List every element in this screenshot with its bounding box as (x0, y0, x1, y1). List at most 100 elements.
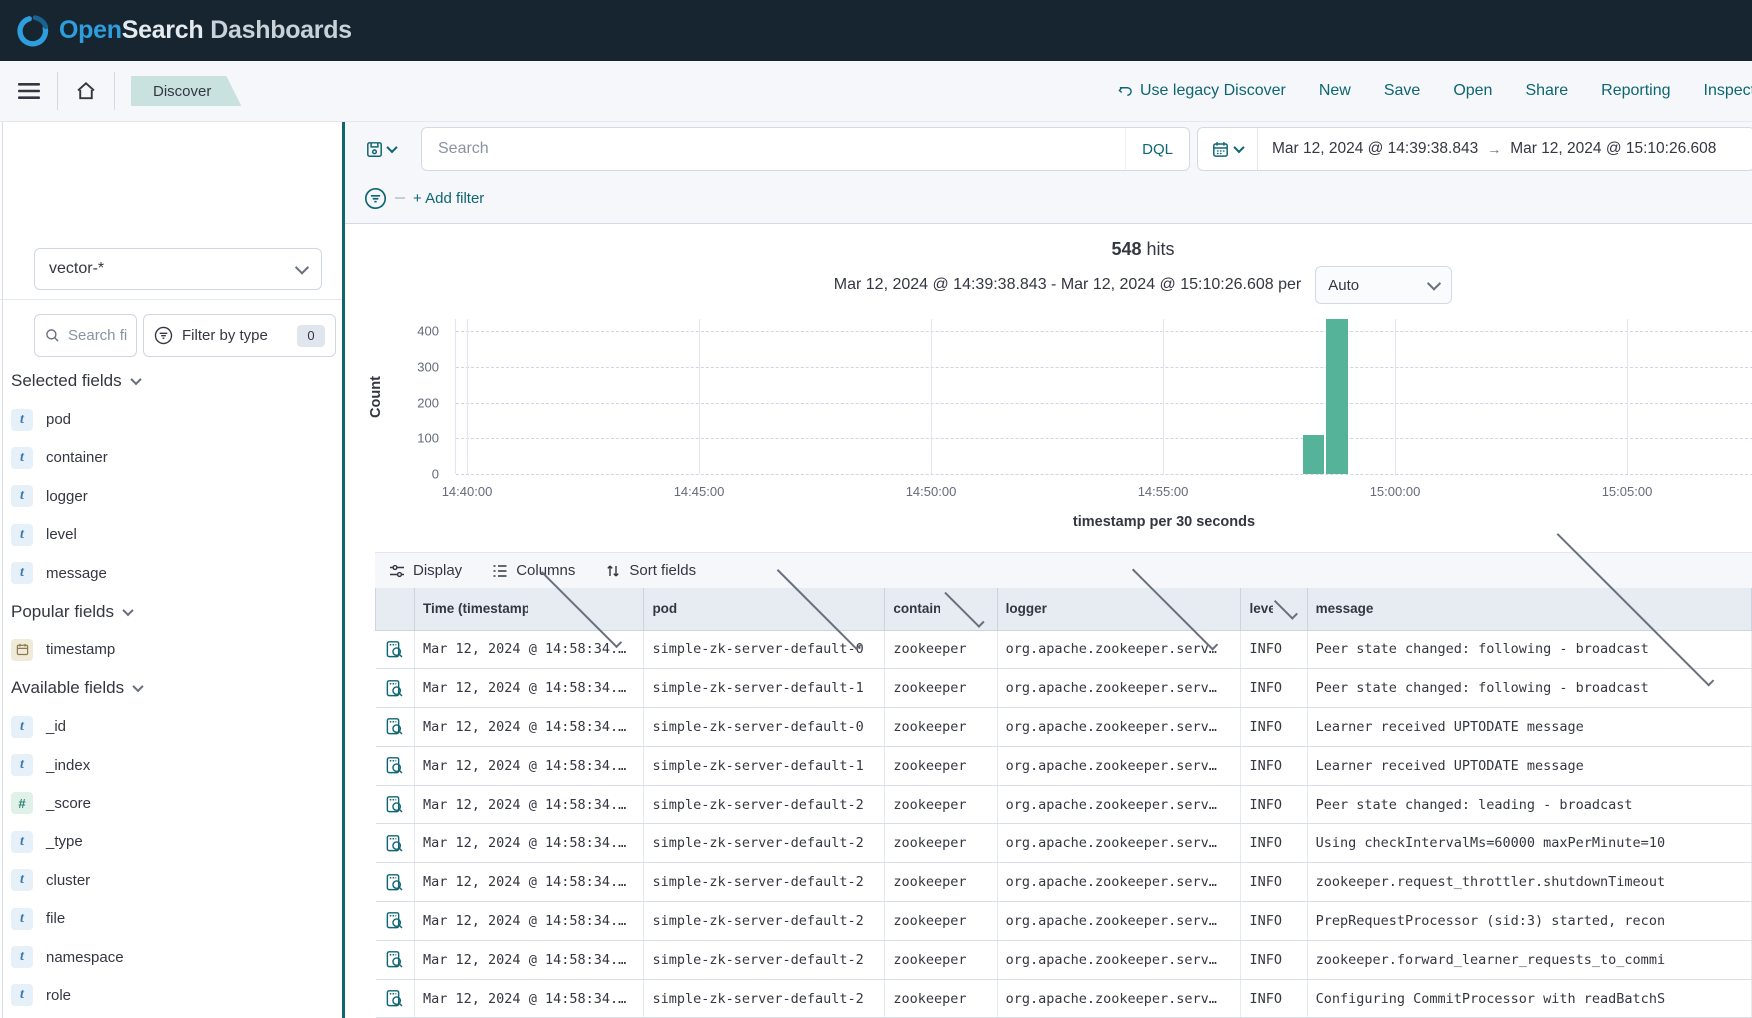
query-language-button[interactable]: DQL (1125, 128, 1189, 170)
expand-row-button[interactable] (376, 824, 415, 863)
add-filter-button[interactable]: + Add filter (413, 190, 484, 207)
field-item-pod[interactable]: tpod (0, 400, 342, 438)
field-item-_type[interactable]: t_type (0, 823, 342, 861)
toolbar-divider (114, 72, 115, 110)
column-header-logger[interactable]: logger (997, 588, 1241, 630)
column-header-pod[interactable]: pod (644, 588, 885, 630)
calendar-button[interactable] (1198, 141, 1257, 158)
field-section-available-fields[interactable]: Available fields (0, 669, 342, 707)
field-item-_index[interactable]: t_index (0, 746, 342, 784)
field-name: cluster (46, 872, 90, 889)
field-section-popular-fields[interactable]: Popular fields (0, 592, 342, 630)
toolbar-link-new[interactable]: New (1319, 82, 1351, 100)
field-item-_id[interactable]: t_id (0, 708, 342, 746)
table-header-row: Time (timestamp)podcontainerloggerlevelm… (376, 588, 1752, 630)
field-item-role[interactable]: trole (0, 976, 342, 1014)
search-input[interactable] (422, 140, 1125, 158)
expand-row-button[interactable] (376, 708, 415, 747)
field-item-file[interactable]: tfile (0, 899, 342, 937)
gridline (456, 367, 1752, 368)
inspect-document-icon (385, 950, 404, 969)
histogram-plot[interactable]: 14:40:0014:45:0014:50:0014:55:0015:00:00… (455, 319, 1752, 474)
opensearch-logo-icon (16, 14, 50, 48)
interval-value: Auto (1328, 277, 1359, 294)
interval-select[interactable]: Auto (1315, 266, 1452, 304)
expand-row-button[interactable] (376, 979, 415, 1018)
inspect-document-icon (385, 717, 404, 736)
table-row: Mar 12, 2024 @ 14:58:34.…simple-zk-serve… (376, 863, 1752, 902)
hits-count: 548 hits (345, 239, 1752, 260)
display-button[interactable]: Display (389, 562, 462, 579)
field-name: logger (46, 488, 88, 505)
sort-fields-button[interactable]: Sort fields (605, 562, 696, 579)
expand-row-button[interactable] (376, 785, 415, 824)
cell-container: zookeeper (885, 785, 997, 824)
filter-icon[interactable] (364, 187, 387, 210)
gridline (456, 474, 1752, 475)
field-item-message[interactable]: tmessage (0, 554, 342, 592)
chevron-down-icon (1233, 142, 1244, 153)
field-item-_score[interactable]: #_score (0, 784, 342, 822)
cell-pod: simple-zk-server-default-2 (644, 902, 885, 941)
columns-icon (492, 563, 508, 579)
column-header-message[interactable]: message (1307, 588, 1751, 630)
cell-logger: org.apache.zookeeper.serv… (997, 979, 1241, 1018)
cell-level: INFO (1241, 824, 1307, 863)
histogram-bar-14:58:30[interactable] (1326, 319, 1347, 474)
column-header-container[interactable]: container (885, 588, 997, 630)
breadcrumb-discover[interactable]: Discover (131, 76, 241, 106)
table-toolbar: Display Columns Sort fields (375, 552, 1752, 588)
field-name: _score (46, 795, 91, 812)
field-section-selected-fields[interactable]: Selected fields (0, 362, 342, 400)
toolbar-link-save[interactable]: Save (1384, 82, 1420, 100)
toolbar-link-use-legacy-discover[interactable]: Use legacy Discover (1118, 82, 1286, 100)
field-search-input[interactable] (68, 327, 128, 344)
text-field-icon: t (11, 754, 33, 776)
toolbar-link-reporting[interactable]: Reporting (1601, 82, 1670, 100)
field-item-namespace[interactable]: tnamespace (0, 938, 342, 976)
date-range[interactable]: Mar 12, 2024 @ 14:39:38.843 → Mar 12, 20… (1258, 140, 1730, 158)
columns-button[interactable]: Columns (492, 562, 575, 579)
field-item-logger[interactable]: tlogger (0, 477, 342, 515)
field-item-level[interactable]: tlevel (0, 516, 342, 554)
expand-row-button[interactable] (376, 669, 415, 708)
home-icon[interactable] (58, 80, 114, 102)
saved-query-button[interactable] (366, 134, 412, 164)
column-header-time-timestamp-[interactable]: Time (timestamp) (415, 588, 644, 630)
date-from[interactable]: Mar 12, 2024 @ 14:39:38.843 (1272, 140, 1478, 158)
toolbar-link-inspect[interactable]: Inspect (1704, 82, 1752, 100)
field-name: timestamp (46, 641, 115, 658)
menu-icon[interactable] (0, 82, 57, 100)
field-item-container[interactable]: tcontainer (0, 439, 342, 477)
field-name: role (46, 987, 71, 1004)
cell-time: Mar 12, 2024 @ 14:58:34.… (415, 824, 644, 863)
column-header-level[interactable]: level (1241, 588, 1307, 630)
field-name: pod (46, 411, 71, 428)
expand-row-button[interactable] (376, 902, 415, 941)
filter-by-type-button[interactable]: Filter by type 0 (143, 314, 336, 357)
x-tick-label: 15:05:00 (1602, 484, 1653, 499)
expand-row-button[interactable] (376, 940, 415, 979)
field-list: Selected fieldstpodtcontainertloggertlev… (0, 362, 342, 1015)
histogram-bar-14:58:00[interactable] (1303, 435, 1324, 474)
documents-table: Time (timestamp)podcontainerloggerlevelm… (375, 588, 1752, 1018)
index-pattern-select[interactable]: vector-* (34, 248, 322, 290)
cell-message: PrepRequestProcessor (sid:3) started, re… (1307, 902, 1751, 941)
brand-text: OpenSearchDashboards (59, 16, 352, 45)
date-to[interactable]: Mar 12, 2024 @ 15:10:26.608 (1510, 140, 1716, 158)
cell-container: zookeeper (885, 824, 997, 863)
filter-icon (154, 326, 173, 345)
toolbar-link-share[interactable]: Share (1525, 82, 1568, 100)
text-field-icon: t (11, 524, 33, 546)
toolbar-link-open[interactable]: Open (1453, 82, 1492, 100)
field-item-cluster[interactable]: tcluster (0, 861, 342, 899)
index-pattern-value: vector-* (49, 260, 104, 278)
expand-row-button[interactable] (376, 746, 415, 785)
field-item-timestamp[interactable]: timestamp (0, 631, 342, 669)
cell-time: Mar 12, 2024 @ 14:58:34.… (415, 785, 644, 824)
expand-row-button[interactable] (376, 630, 415, 669)
cell-pod: simple-zk-server-default-2 (644, 979, 885, 1018)
y-tick-label: 100 (417, 431, 439, 446)
gridline (1395, 319, 1396, 474)
expand-row-button[interactable] (376, 863, 415, 902)
